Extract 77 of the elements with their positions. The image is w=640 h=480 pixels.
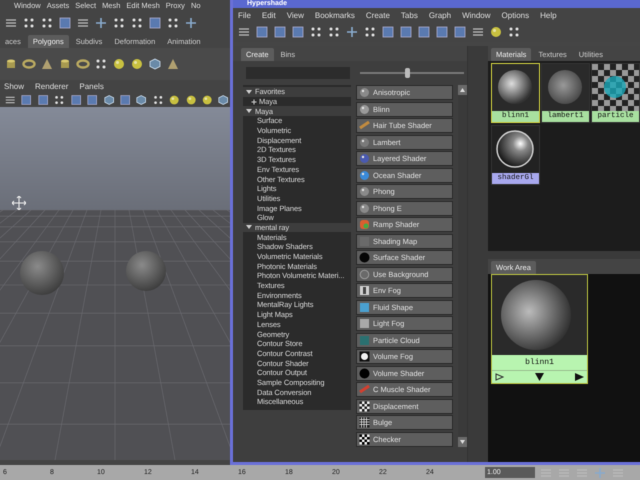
menu-item[interactable]: Help [540,10,557,20]
sphere-icon[interactable] [184,93,198,107]
down-triangle-icon[interactable] [535,373,544,381]
dots-icon[interactable] [53,93,66,107]
slider-thumb[interactable] [404,68,410,78]
square-icon[interactable] [399,25,413,39]
up-arrow-icon [460,88,465,92]
outline-triangle-icon[interactable] [495,373,504,381]
cylinder-icon[interactable] [4,56,18,71]
menu-item[interactable]: Options [502,10,530,20]
menu-item[interactable]: Window [462,10,491,20]
menu-item[interactable]: File [238,10,251,20]
menu-item[interactable]: Panels [79,82,104,91]
square-icon[interactable] [273,25,287,39]
menu-item[interactable]: Show [4,82,24,91]
cube-icon[interactable] [102,93,115,107]
menu-item[interactable]: Create [366,10,390,20]
expand-plus-icon[interactable] [251,98,257,105]
square-icon[interactable] [453,25,467,39]
sphere-icon[interactable] [168,93,181,107]
sphere-swatch-drawing [542,64,589,111]
down-arrow-icon [460,440,465,444]
menu-item[interactable]: Renderer [35,82,68,91]
move-cursor-icon [12,196,26,210]
plus-icon[interactable] [345,25,359,39]
cone-icon[interactable] [166,56,180,71]
dots-icon[interactable] [130,16,144,30]
square-icon[interactable] [118,93,132,107]
dots-icon[interactable] [40,16,54,30]
square-icon[interactable] [148,16,162,30]
dots-icon[interactable] [363,25,377,39]
sphere-swatch-drawing [492,126,539,173]
dots-icon[interactable] [112,16,126,30]
collapse-triangle-icon[interactable] [246,224,252,230]
menu-item[interactable]: Graph [428,10,452,20]
collapse-triangle-icon[interactable] [246,88,252,95]
plus-icon[interactable] [94,16,108,30]
square-icon[interactable] [255,25,269,39]
menu-item[interactable]: View [286,10,304,20]
cylinder-icon[interactable] [58,56,72,71]
dots-icon[interactable] [327,25,341,39]
dots-icon[interactable] [152,93,164,107]
dots-icon[interactable] [166,16,180,30]
node-name: blinn1 [492,355,587,370]
square-icon[interactable] [20,93,33,107]
torus-icon[interactable] [76,56,90,71]
square-icon[interactable] [381,25,395,39]
torus-icon[interactable] [22,56,36,71]
square-icon[interactable] [70,93,82,107]
sphere-icon[interactable] [112,56,126,71]
dots-icon[interactable] [94,56,108,71]
square-icon[interactable] [58,16,72,30]
menu-item[interactable]: Bookmarks [314,10,355,20]
square-icon[interactable] [435,25,449,39]
right-triangle-icon[interactable] [575,373,584,381]
sphere-icon[interactable] [489,25,503,39]
shader-node[interactable]: blinn1 [491,274,588,384]
sphere-icon[interactable] [130,56,144,71]
square-icon[interactable] [291,25,305,39]
menu-item[interactable]: Tabs [400,10,418,20]
cube-icon[interactable] [148,56,162,71]
dots-icon[interactable] [507,25,521,39]
sphere-icon[interactable] [201,93,214,107]
cube-icon[interactable] [135,93,148,107]
scrollbar[interactable] [458,85,467,447]
plus-icon[interactable] [184,16,198,30]
square-icon[interactable] [36,93,50,107]
square-icon[interactable] [417,25,431,39]
sphere-swatch-drawing [492,64,539,111]
scroll-down-button[interactable] [458,437,467,447]
dots-icon[interactable] [22,16,36,30]
menu-item[interactable]: Edit [262,10,276,20]
scroll-up-button[interactable] [458,85,467,95]
collapse-triangle-icon[interactable] [246,108,252,114]
dots-icon[interactable] [309,25,323,39]
cone-icon[interactable] [40,56,54,71]
square-icon[interactable] [86,93,99,107]
